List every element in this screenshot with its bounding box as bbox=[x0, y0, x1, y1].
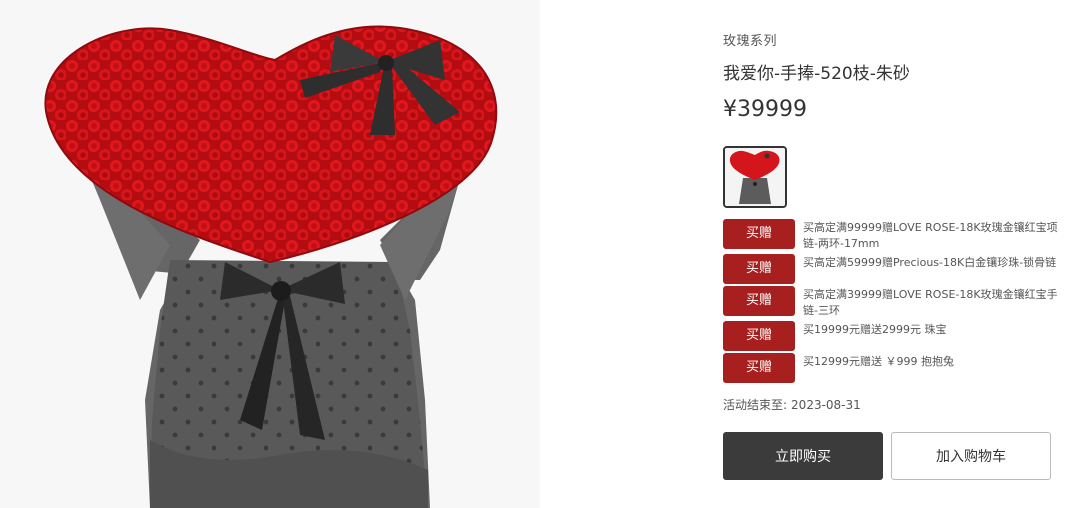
promotion-badge: 买赠 bbox=[723, 321, 795, 351]
activity-end-label: 活动结束至: bbox=[723, 398, 788, 412]
promotion-badge: 买赠 bbox=[723, 286, 795, 316]
product-price: ¥39999 bbox=[723, 97, 807, 122]
promotion-text: 买高定满39999赠LOVE ROSE-18K玫瑰金镶红宝手链-三环 bbox=[803, 288, 1058, 317]
promotion-text: 买高定满59999赠Precious-18K白金镶珍珠-锁骨链 bbox=[803, 256, 1057, 269]
product-title: 我爱你-手捧-520枝-朱砂 bbox=[723, 64, 910, 84]
promotion-item: 买赠 买高定满39999赠LOVE ROSE-18K玫瑰金镶红宝手链-三环 bbox=[723, 286, 1063, 319]
promotion-text: 买19999元赠送2999元 珠宝 bbox=[803, 323, 947, 336]
promotion-item: 买赠 买19999元赠送2999元 珠宝 bbox=[723, 321, 1063, 351]
buy-now-button[interactable]: 立即购买 bbox=[723, 432, 883, 480]
promotion-badge: 买赠 bbox=[723, 219, 795, 249]
promotion-badge: 买赠 bbox=[723, 254, 795, 284]
promotion-item: 买赠 买高定满59999赠Precious-18K白金镶珍珠-锁骨链 bbox=[723, 254, 1063, 284]
promotion-item: 买赠 买12999元赠送 ￥999 抱抱兔 bbox=[723, 353, 1063, 383]
product-info-panel: 玫瑰系列 我爱你-手捧-520枝-朱砂 ¥39999 买赠 买高定满99999赠… bbox=[723, 0, 1063, 508]
product-category[interactable]: 玫瑰系列 bbox=[723, 30, 777, 49]
promotion-badge: 买赠 bbox=[723, 353, 795, 383]
promotion-list: 买赠 买高定满99999赠LOVE ROSE-18K玫瑰金镶红宝项链-两环-17… bbox=[723, 219, 1063, 385]
activity-end-value: 2023-08-31 bbox=[791, 398, 861, 412]
activity-end-date: 活动结束至: 2023-08-31 bbox=[723, 396, 861, 413]
promotion-item: 买赠 买高定满99999赠LOVE ROSE-18K玫瑰金镶红宝项链-两环-17… bbox=[723, 219, 1063, 252]
product-thumbnail[interactable] bbox=[723, 146, 787, 208]
product-main-image bbox=[0, 0, 540, 508]
add-to-cart-button[interactable]: 加入购物车 bbox=[891, 432, 1051, 480]
promotion-text: 买高定满99999赠LOVE ROSE-18K玫瑰金镶红宝项链-两环-17mm bbox=[803, 221, 1058, 250]
promotion-text: 买12999元赠送 ￥999 抱抱兔 bbox=[803, 355, 954, 368]
